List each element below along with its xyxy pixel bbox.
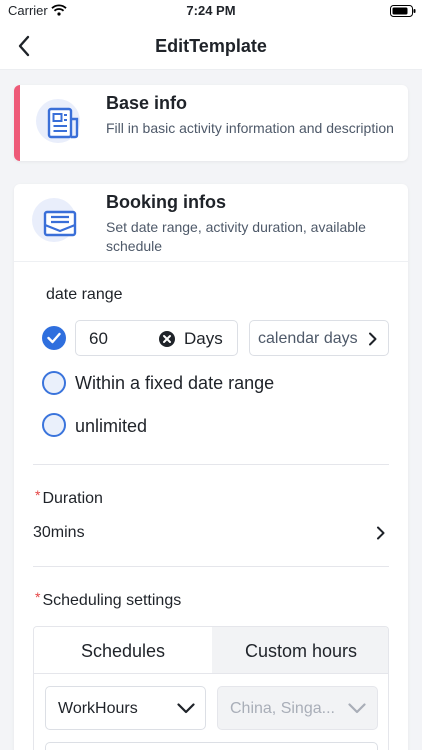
required-mark: *: [35, 487, 41, 503]
status-bar: Carrier 7:24 PM: [0, 0, 422, 22]
schedule-select-value: WorkHours: [58, 700, 138, 717]
chevron-right-icon[interactable]: [376, 526, 385, 540]
days-value: 60: [89, 329, 108, 348]
divider: [33, 566, 389, 567]
timezone-select-value: China, Singa...: [230, 700, 335, 717]
schedule-field[interactable]: [45, 742, 378, 750]
duration-value[interactable]: 30mins: [33, 524, 85, 542]
booking-infos-header[interactable]: Booking infos Set date range, activity d…: [14, 184, 408, 262]
chevron-down-icon: [348, 703, 366, 714]
chevron-right-icon: [369, 332, 377, 346]
tab-schedules[interactable]: Schedules: [34, 627, 212, 674]
fixed-date-range-label: Within a fixed date range: [75, 373, 275, 393]
base-info-card[interactable]: Base info Fill in basic activity informa…: [14, 85, 408, 161]
calendar-days-label: calendar days: [258, 330, 358, 347]
days-unit: Days: [184, 329, 223, 348]
days-option-radio[interactable]: [42, 326, 66, 350]
base-info-description: Fill in basic activity information and d…: [106, 120, 394, 136]
unlimited-label: unlimited: [75, 416, 148, 436]
checkmark-icon: [47, 332, 61, 344]
scheduling-settings-label-text: Scheduling settings: [42, 592, 182, 609]
clear-icon[interactable]: [158, 330, 176, 353]
timezone-select[interactable]: China, Singa...: [217, 686, 378, 730]
nav-bar: EditTemplate: [0, 22, 422, 70]
calendar-days-select[interactable]: calendar days: [249, 320, 389, 356]
unlimited-radio[interactable]: [42, 413, 66, 437]
battery-icon: [390, 4, 416, 22]
booking-infos-title: Booking infos: [106, 192, 226, 212]
schedule-select[interactable]: WorkHours: [45, 686, 206, 730]
envelope-icon: [32, 198, 88, 254]
duration-label: * Duration: [35, 487, 103, 508]
divider: [33, 464, 389, 465]
fixed-date-range-radio[interactable]: [42, 371, 66, 395]
status-time: 7:24 PM: [186, 3, 236, 18]
scheduling-settings-label: * Scheduling settings: [35, 589, 182, 610]
booking-infos-description: Set date range, activity duration, avail…: [106, 219, 366, 254]
document-icon: [36, 99, 92, 155]
active-accent-bar: [14, 85, 20, 161]
base-info-title: Base info: [106, 93, 188, 113]
schedule-tabs: Schedules Custom hours: [33, 626, 389, 674]
duration-label-text: Duration: [42, 490, 103, 507]
days-input[interactable]: 60 Days: [75, 320, 238, 356]
date-range-label: date range: [46, 286, 123, 303]
page-title: EditTemplate: [155, 36, 267, 56]
tab-custom-hours[interactable]: Custom hours: [212, 627, 388, 674]
chevron-down-icon: [177, 703, 195, 714]
required-mark: *: [35, 589, 41, 605]
